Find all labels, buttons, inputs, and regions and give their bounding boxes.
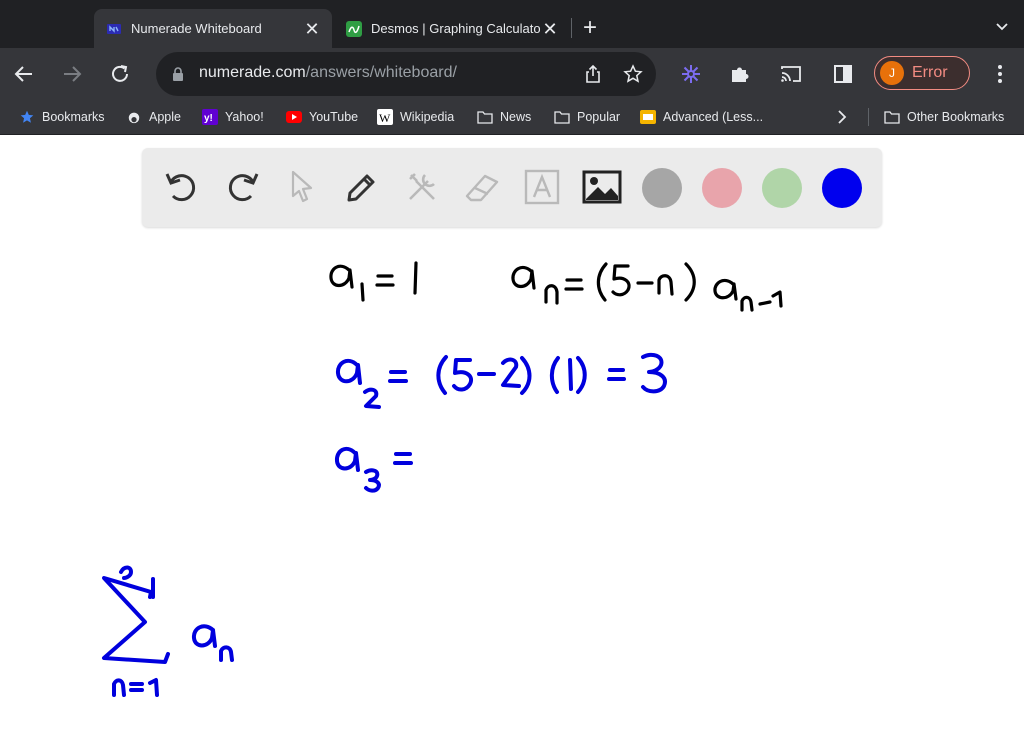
bookmark-folder-popular[interactable]: Popular	[554, 100, 620, 134]
lock-icon	[173, 67, 183, 81]
close-tab-icon[interactable]: ✕	[302, 19, 322, 39]
bookmark-yahoo[interactable]: y! Yahoo!	[202, 100, 264, 134]
svg-text:y!: y!	[204, 113, 213, 124]
forward-arrow-icon[interactable]	[60, 62, 84, 86]
desmos-icon	[346, 20, 362, 37]
tab-strip: Numerade Whiteboard ✕ Desmos | Graphing …	[0, 0, 1024, 48]
bookmark-label: News	[500, 110, 532, 124]
chevron-right-icon[interactable]	[834, 109, 850, 125]
svg-text:W: W	[379, 111, 391, 125]
whiteboard-canvas[interactable]	[0, 135, 1024, 742]
bookmark-folder-news[interactable]: News	[477, 100, 531, 134]
bookmark-label: Bookmarks	[42, 110, 105, 124]
bookmark-label: Advanced (Less...	[663, 110, 764, 124]
bookmark-label: Popular	[577, 110, 621, 124]
bookmark-apple[interactable]: Apple	[126, 100, 181, 134]
bookmark-label: YouTube	[309, 110, 359, 124]
close-tab-icon[interactable]: ✕	[540, 19, 560, 39]
tab-search-chevron-icon[interactable]	[994, 18, 1010, 34]
bookmark-bookmarks[interactable]: Bookmarks	[19, 100, 105, 134]
reload-icon[interactable]	[108, 62, 132, 86]
profile-status-label: Error	[912, 64, 948, 81]
kebab-menu-icon[interactable]	[996, 64, 1004, 84]
bookmarks-bar: Bookmarks Apple y! Yahoo! YouTube W Wiki…	[0, 100, 1024, 135]
tab-title: Desmos | Graphing Calculator	[371, 21, 540, 36]
side-panel-icon[interactable]	[832, 63, 854, 85]
new-tab-button[interactable]: +	[583, 16, 597, 40]
folder-icon	[554, 109, 570, 125]
wikipedia-icon: W	[377, 109, 393, 125]
ink-black-recurrence	[329, 261, 783, 312]
url-host: numerade.com	[199, 64, 306, 81]
bookmark-wikipedia[interactable]: W Wikipedia	[377, 100, 454, 134]
browser-toolbar: numerade.com/answers/whiteboard/ J Error	[0, 48, 1024, 100]
folder-icon	[884, 109, 900, 125]
handwriting-layer	[102, 261, 783, 697]
bookmark-label: Other Bookmarks	[907, 110, 1005, 124]
url-text: numerade.com/answers/whiteboard/	[199, 64, 457, 82]
cast-icon[interactable]	[780, 63, 802, 85]
bookmark-page-icon	[640, 109, 656, 125]
share-icon[interactable]	[583, 64, 603, 84]
yahoo-icon: y!	[202, 109, 218, 125]
bookmark-advanced[interactable]: Advanced (Less...	[640, 100, 763, 134]
numerade-icon	[106, 21, 122, 37]
star-bookmark-icon[interactable]	[623, 64, 643, 84]
folder-icon	[477, 109, 493, 125]
tab-numerade-whiteboard[interactable]: Numerade Whiteboard ✕	[94, 9, 332, 48]
apple-icon	[126, 109, 142, 125]
avatar: J	[880, 61, 904, 85]
bookmark-label: Yahoo!	[225, 110, 264, 124]
youtube-icon	[286, 109, 302, 125]
bookmark-label: Wikipedia	[400, 110, 455, 124]
bookmarks-divider	[868, 108, 869, 126]
ink-blue-work	[102, 352, 667, 697]
address-bar[interactable]: numerade.com/answers/whiteboard/	[156, 52, 656, 96]
tab-desmos[interactable]: Desmos | Graphing Calculator ✕	[334, 9, 570, 48]
tab-divider	[571, 18, 572, 38]
extension-gear-icon[interactable]	[680, 63, 702, 85]
bookmark-youtube[interactable]: YouTube	[286, 100, 358, 134]
back-arrow-icon[interactable]	[12, 62, 36, 86]
tab-title: Numerade Whiteboard	[131, 21, 262, 36]
url-path: /answers/whiteboard/	[305, 64, 457, 81]
bookmark-other-bookmarks[interactable]: Other Bookmarks	[884, 100, 1004, 134]
star-icon	[19, 109, 35, 125]
extensions-puzzle-icon[interactable]	[729, 63, 751, 85]
profile-error-button[interactable]: J Error	[874, 56, 970, 90]
bookmark-label: Apple	[149, 110, 181, 124]
